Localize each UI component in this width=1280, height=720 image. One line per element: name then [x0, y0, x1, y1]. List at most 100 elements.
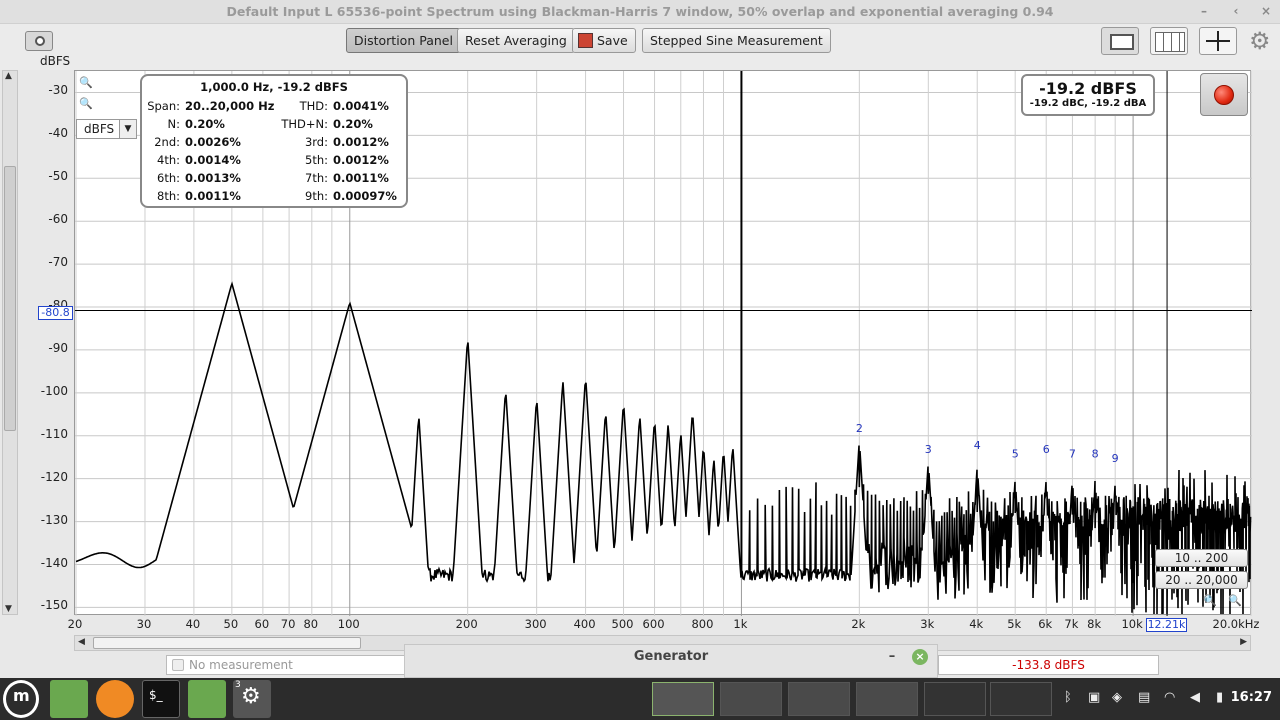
zoom-out-x-icon[interactable]: 🔍	[1203, 594, 1217, 607]
unit-select-value: dBFS	[84, 122, 115, 136]
shield-icon[interactable]: ◈	[1112, 690, 1122, 705]
y-cursor-readout: -80.8	[38, 306, 73, 320]
x-tick-label: 8k	[1087, 617, 1102, 631]
window-titlebar: Default Input L 65536-point Spectrum usi…	[0, 0, 1280, 24]
generator-close-icon[interactable]: ×	[912, 649, 928, 665]
firefox-icon[interactable]	[96, 680, 134, 718]
range-10-200-button[interactable]: 10 .. 200	[1155, 549, 1248, 567]
x-tick-label: 60	[254, 617, 270, 631]
terminal-icon[interactable]: $_	[142, 680, 180, 718]
generator-window[interactable]: Generator – ×	[404, 644, 938, 678]
y-tick-label: -130	[40, 512, 68, 527]
measurement-checkbox[interactable]	[172, 659, 184, 671]
save-icon	[578, 33, 593, 48]
printer-icon[interactable]: ▤	[1138, 690, 1150, 705]
files-icon[interactable]	[50, 680, 88, 718]
thdn-label: THD+N:	[281, 117, 328, 131]
settings-app-icon[interactable]: ⚙ 3	[233, 680, 271, 718]
x-tick-label: 10k	[1121, 617, 1143, 631]
volume-icon[interactable]: ◀	[1190, 690, 1200, 705]
stepped-sine-button[interactable]: Stepped Sine Measurement	[642, 28, 831, 53]
minimize-icon[interactable]: –	[1196, 3, 1212, 19]
workspace-3[interactable]	[788, 682, 850, 716]
x-tick-label: 20	[67, 617, 83, 631]
measurement-field[interactable]: No measurement	[166, 655, 406, 675]
gear-icon[interactable]: ⚙	[1249, 27, 1271, 55]
distortion-header: 1,000.0 Hz, -19.2 dBFS	[200, 80, 348, 94]
h9-label: 9th:	[305, 189, 328, 203]
x-tick-label: 100	[337, 617, 360, 631]
y-tick-label: -90	[48, 340, 68, 355]
harmonic-marker-label: 7	[1069, 448, 1076, 461]
y-axis-labels: -30-40-50-60-70-80-90-100-110-120-130-14…	[20, 50, 72, 620]
scroll-down-icon[interactable]: ▼	[5, 604, 12, 614]
harmonic-marker-label: 2	[856, 422, 863, 435]
h7-value: 0.0011%	[333, 171, 389, 185]
x-tick-label: 5k	[1007, 617, 1022, 631]
y-tick-label: -70	[48, 255, 68, 270]
harmonic-marker-label: 3	[925, 443, 932, 456]
thdn-value: 0.20%	[333, 117, 373, 131]
harmonic-marker-label: 6	[1043, 443, 1050, 456]
y-tick-label: -140	[40, 555, 68, 570]
h6-value: 0.0013%	[185, 171, 241, 185]
level-readout: -19.2 dBFS -19.2 dBC, -19.2 dBA	[1021, 74, 1155, 116]
h5-value: 0.0012%	[333, 153, 389, 167]
bluetooth-icon[interactable]: ᛒ	[1064, 690, 1072, 705]
close-icon[interactable]: ×	[1258, 3, 1274, 19]
unit-select[interactable]: dBFS ▼	[76, 119, 137, 139]
battery-icon[interactable]: ▮	[1216, 690, 1223, 705]
workspace-4[interactable]	[856, 682, 918, 716]
reset-averaging-button[interactable]: Reset Averaging	[457, 28, 575, 53]
h3-label: 3rd:	[304, 135, 328, 149]
workspace-6[interactable]	[990, 682, 1052, 716]
h7-label: 7th:	[305, 171, 328, 185]
graph-view-icon[interactable]	[1101, 27, 1139, 55]
folder-icon[interactable]	[188, 680, 226, 718]
h4-label: 4th:	[157, 153, 180, 167]
horizontal-scroll-thumb[interactable]	[93, 637, 361, 649]
x-axis-labels: 20 30 40 50 60 70 80 100 200 300 400 500 600 800 1k 2k 3…	[0, 617, 1280, 633]
workspace-5[interactable]	[924, 682, 986, 716]
scroll-right-icon[interactable]: ▶	[1240, 637, 1247, 647]
save-button[interactable]: Save	[572, 28, 636, 53]
scroll-left-icon[interactable]: ◀	[78, 637, 85, 647]
x-tick-label: 600	[642, 617, 665, 631]
zoom-in-x-icon[interactable]: 🔍	[1228, 594, 1242, 607]
record-button[interactable]	[1200, 73, 1248, 116]
vertical-scroll-thumb[interactable]	[4, 166, 16, 431]
level-weighted: -19.2 dBC, -19.2 dBA	[1029, 98, 1147, 109]
x-tick-label: 7k	[1064, 617, 1079, 631]
clock: 16:27	[1230, 690, 1272, 705]
toolbar: dBFS Distortion Panel Reset Averaging Sa…	[0, 24, 1280, 70]
range-20-20000-button[interactable]: 20 .. 20,000	[1155, 571, 1248, 589]
y-tick-label: -150	[40, 598, 68, 613]
thd-label: THD:	[299, 99, 328, 113]
maximize-icon[interactable]: ‹	[1228, 3, 1244, 19]
level-main: -19.2 dBFS	[1039, 79, 1137, 98]
x-cursor-readout: 12.21k	[1146, 618, 1187, 632]
distortion-panel-button[interactable]: Distortion Panel	[346, 28, 461, 53]
workspace-1[interactable]	[652, 682, 714, 716]
camera-icon[interactable]	[25, 31, 53, 51]
scroll-up-icon[interactable]: ▲	[5, 71, 12, 81]
workspace-2[interactable]	[720, 682, 782, 716]
mint-menu-icon[interactable]: m	[3, 680, 39, 718]
generator-title: Generator	[633, 649, 709, 664]
fit-view-icon[interactable]	[1199, 27, 1237, 55]
y-tick-label: -120	[40, 469, 68, 484]
split-view-icon[interactable]	[1150, 27, 1188, 55]
generator-minimize-icon[interactable]: –	[885, 645, 899, 669]
wifi-icon[interactable]: ◠	[1164, 690, 1175, 705]
record-icon	[1214, 85, 1234, 105]
chevron-down-icon[interactable]: ▼	[119, 120, 136, 138]
h8-value: 0.0011%	[185, 189, 241, 203]
measured-level: -133.8 dBFS	[938, 655, 1159, 675]
taskbar: m $_ ⚙ 3 ᛒ ▣ ◈ ▤ ◠ ◀ ▮ 16:27	[0, 678, 1280, 720]
clipboard-icon[interactable]: ▣	[1088, 690, 1100, 705]
x-tick-label: 300	[524, 617, 547, 631]
vertical-scrollbar[interactable]: ▲ ▼	[2, 70, 18, 615]
zoom-out-y-icon[interactable]: 🔍	[79, 97, 93, 110]
x-tick-label: 3k	[920, 617, 935, 631]
zoom-in-y-icon[interactable]: 🔍	[79, 76, 93, 89]
